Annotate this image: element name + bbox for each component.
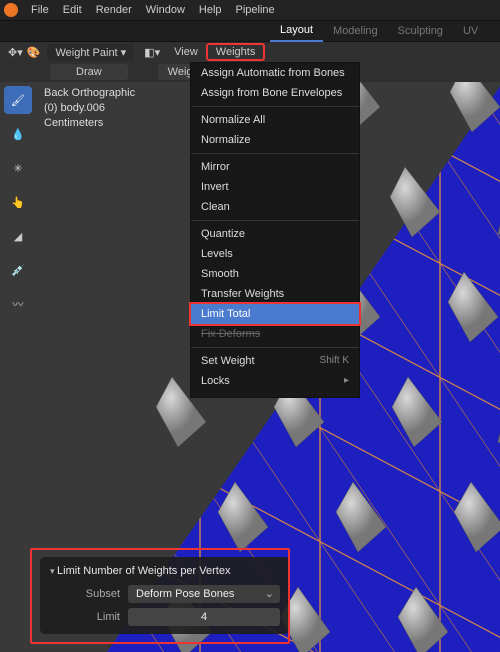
menu-limit-total[interactable]: Limit Total bbox=[191, 304, 359, 324]
top-menu-bar: File Edit Render Window Help Pipeline bbox=[0, 0, 500, 21]
weights-menu-dropdown: Assign Automatic from Bones Assign from … bbox=[190, 62, 360, 398]
menu-locks[interactable]: Locks▸ bbox=[191, 371, 359, 391]
object-name: (0) body.006 bbox=[44, 101, 135, 116]
menu-normalize[interactable]: Normalize bbox=[191, 130, 359, 150]
menu-render[interactable]: Render bbox=[89, 4, 139, 16]
brush-dropdown[interactable]: Draw bbox=[50, 64, 128, 80]
menu-clean[interactable]: Clean bbox=[191, 197, 359, 217]
shortcut-label: Shift K bbox=[320, 355, 349, 366]
toolbar-left: 🖌 💧 ✳ 👆 ◢ 💉 〰 bbox=[4, 82, 34, 318]
menu-separator bbox=[191, 106, 359, 107]
menu-smooth[interactable]: Smooth bbox=[191, 264, 359, 284]
menu-normalize-all[interactable]: Normalize All bbox=[191, 110, 359, 130]
tool-brush[interactable]: 🖌 bbox=[4, 86, 32, 114]
view-orientation: Back Orthographic bbox=[44, 86, 135, 101]
menu-set-weight[interactable]: Set WeightShift K bbox=[191, 351, 359, 371]
blender-logo-icon bbox=[4, 3, 18, 17]
tool-annotate[interactable]: 〰 bbox=[4, 290, 32, 318]
tab-uv-editing[interactable]: UV Editing bbox=[453, 21, 500, 41]
unit-label: Centimeters bbox=[44, 116, 135, 131]
menu-separator bbox=[191, 220, 359, 221]
menu-fix-deforms[interactable]: Fix Deforms bbox=[191, 324, 359, 344]
tab-modeling[interactable]: Modeling bbox=[323, 21, 388, 41]
menu-levels[interactable]: Levels bbox=[191, 244, 359, 264]
menu-pipeline[interactable]: Pipeline bbox=[229, 4, 282, 16]
tool-blur[interactable]: 💧 bbox=[4, 120, 32, 148]
menu-mirror[interactable]: Mirror bbox=[191, 157, 359, 177]
menu-file[interactable]: File bbox=[24, 4, 56, 16]
tool-average[interactable]: ✳ bbox=[4, 154, 32, 182]
tool-smear[interactable]: 👆 bbox=[4, 188, 32, 216]
menu-edit[interactable]: Edit bbox=[56, 4, 89, 16]
menu-quantize[interactable]: Quantize bbox=[191, 224, 359, 244]
tool-sample[interactable]: 💉 bbox=[4, 256, 32, 284]
editor-header: ✥▾ 🎨 Weight Paint ▾ ◧▾ View Weights bbox=[0, 42, 500, 62]
menu-separator bbox=[191, 153, 359, 154]
viewport-overlay-text: Back Orthographic (0) body.006 Centimete… bbox=[44, 86, 135, 131]
editor-type-icon[interactable]: ✥▾ bbox=[8, 46, 23, 59]
tab-layout[interactable]: Layout bbox=[270, 20, 323, 42]
menu-window[interactable]: Window bbox=[139, 4, 192, 16]
display-toggle-icon[interactable]: ◧▾ bbox=[144, 46, 160, 59]
header-menu-view[interactable]: View bbox=[166, 46, 206, 58]
mode-icon: 🎨 bbox=[27, 46, 41, 59]
header-menu-weights[interactable]: Weights bbox=[206, 43, 266, 61]
tab-sculpting[interactable]: Sculpting bbox=[388, 21, 453, 41]
tool-gradient[interactable]: ◢ bbox=[4, 222, 32, 250]
workspace-tabs: Layout Modeling Sculpting UV Editing Tex… bbox=[0, 21, 500, 42]
submenu-arrow-icon: ▸ bbox=[344, 375, 349, 386]
menu-separator bbox=[191, 347, 359, 348]
menu-transfer-weights[interactable]: Transfer Weights bbox=[191, 284, 359, 304]
menu-assign-envelopes[interactable]: Assign from Bone Envelopes bbox=[191, 83, 359, 103]
menu-invert[interactable]: Invert bbox=[191, 177, 359, 197]
menu-help[interactable]: Help bbox=[192, 4, 229, 16]
annotation-operator-box bbox=[30, 548, 290, 644]
menu-assign-automatic[interactable]: Assign Automatic from Bones bbox=[191, 63, 359, 83]
mode-dropdown[interactable]: Weight Paint ▾ bbox=[47, 44, 134, 61]
